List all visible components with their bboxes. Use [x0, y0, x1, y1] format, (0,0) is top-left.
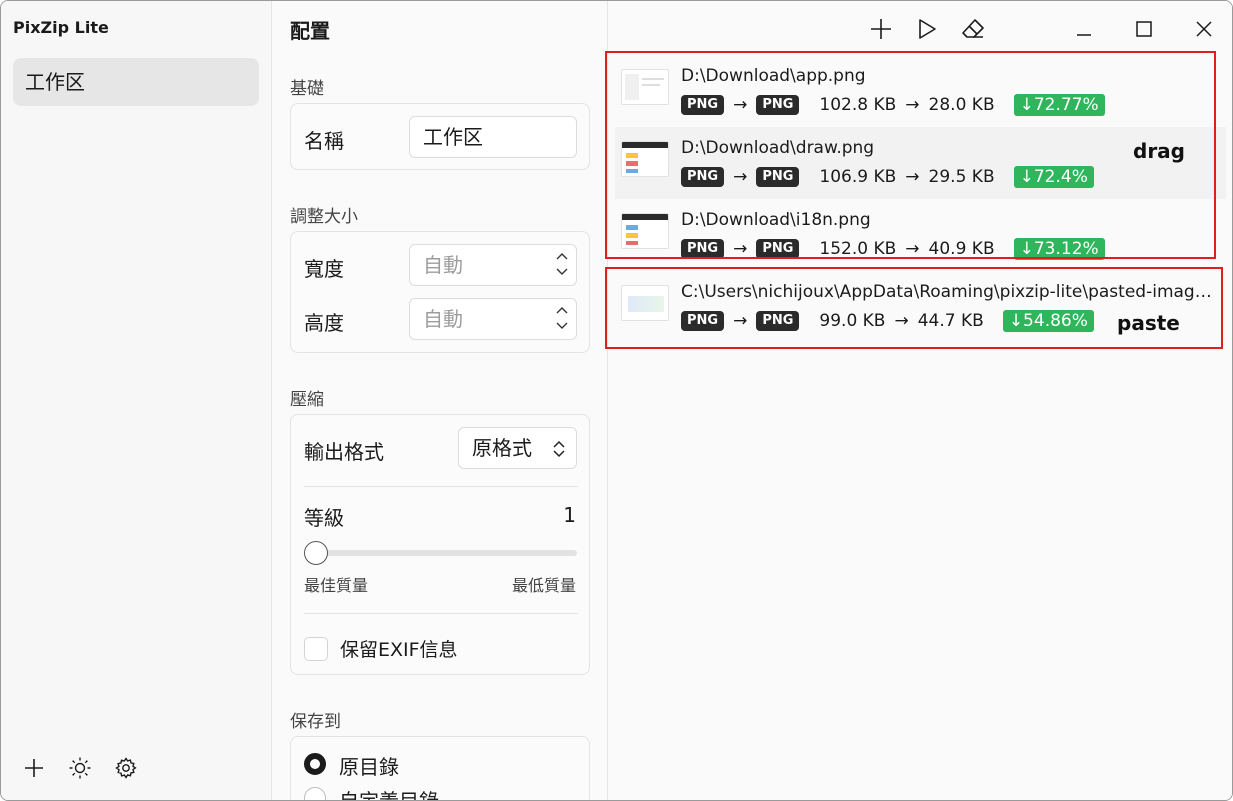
- chevron-down-icon: [556, 322, 568, 329]
- sidebar-item-workspace[interactable]: 工作区: [13, 58, 259, 106]
- resize-card: 寬度 自動 高度 自動: [290, 231, 590, 353]
- settings-button[interactable]: [113, 755, 139, 781]
- toolbar: [865, 15, 989, 43]
- format-value: 原格式: [472, 436, 532, 460]
- sun-icon: [69, 757, 91, 779]
- chevron-up-icon: [556, 253, 568, 260]
- add-icon: [871, 19, 891, 39]
- height-input[interactable]: 自動: [409, 298, 577, 340]
- divider: [304, 486, 578, 487]
- paste-annotation-box: [605, 267, 1223, 349]
- chevron-up-icon: [556, 307, 568, 314]
- start-button[interactable]: [911, 15, 943, 43]
- width-placeholder: 自動: [423, 253, 463, 277]
- config-panel: 配置 基礎 名稱 工作区 調整大小 寬度 自動 高度 自動 壓縮 輸出格式 原格…: [273, 1, 608, 801]
- format-label: 輸出格式: [304, 440, 384, 464]
- save-card: 原目錄 自定義目錄: [290, 736, 590, 801]
- sidebar: PixZip Lite 工作区: [1, 1, 272, 800]
- play-icon: [919, 19, 936, 39]
- maximize-button[interactable]: [1114, 11, 1174, 47]
- level-slider-thumb[interactable]: [304, 541, 328, 565]
- section-basic-label: 基礎: [290, 79, 324, 99]
- exif-checkbox[interactable]: [304, 637, 328, 661]
- drag-annotation-label: drag: [1133, 139, 1185, 163]
- gear-icon: [115, 757, 137, 779]
- maximize-icon: [1136, 21, 1152, 37]
- width-input[interactable]: 自動: [409, 244, 577, 286]
- clear-button[interactable]: [957, 15, 989, 43]
- format-select[interactable]: 原格式: [458, 427, 577, 469]
- add-files-button[interactable]: [865, 15, 897, 43]
- theme-toggle-button[interactable]: [67, 755, 93, 781]
- width-label: 寬度: [304, 257, 344, 281]
- level-value: 1: [563, 503, 576, 527]
- divider: [304, 613, 578, 614]
- drag-annotation-box: [605, 51, 1216, 259]
- save-original-label: 原目錄: [339, 755, 399, 779]
- app-title: PixZip Lite: [13, 18, 109, 37]
- chevron-down-icon: [556, 268, 568, 275]
- chevron-updown-icon: [553, 440, 565, 458]
- window-controls: [1054, 11, 1232, 47]
- paste-annotation-label: paste: [1117, 311, 1180, 335]
- minimize-icon: [1077, 34, 1091, 36]
- section-compress-label: 壓縮: [290, 390, 324, 410]
- height-stepper[interactable]: [556, 303, 568, 333]
- eraser-icon: [962, 19, 984, 38]
- app-window: PixZip Lite 工作区 配置 基礎 名稱 工作区 調整大小 寬度 自動 …: [0, 0, 1233, 801]
- section-resize-label: 調整大小: [290, 207, 358, 227]
- basic-card: 名稱 工作区: [290, 103, 590, 170]
- config-title: 配置: [290, 19, 330, 43]
- level-max-label: 最低質量: [511, 576, 576, 595]
- save-custom-radio[interactable]: [304, 787, 326, 800]
- height-label: 高度: [304, 311, 344, 335]
- level-min-label: 最佳質量: [304, 576, 369, 595]
- compress-card: 輸出格式 原格式 等級 1 最佳質量 最低質量 保留EXIF信息: [290, 414, 590, 675]
- name-input[interactable]: 工作区: [409, 116, 577, 158]
- width-stepper[interactable]: [556, 249, 568, 279]
- name-label: 名稱: [304, 129, 344, 153]
- section-save-label: 保存到: [290, 712, 341, 732]
- level-slider-track[interactable]: [315, 550, 577, 556]
- close-button[interactable]: [1174, 11, 1232, 47]
- file-list-panel: D:\Download\app.png PNG → PNG 102.8 KB →…: [605, 1, 1232, 800]
- height-placeholder: 自動: [423, 307, 463, 331]
- minimize-button[interactable]: [1054, 11, 1114, 47]
- add-icon: [25, 759, 43, 777]
- sidebar-footer: [21, 755, 139, 781]
- add-workspace-button[interactable]: [21, 755, 47, 781]
- exif-label: 保留EXIF信息: [340, 639, 458, 661]
- close-icon: [1196, 21, 1212, 37]
- save-custom-label: 自定義目錄: [339, 789, 439, 801]
- save-original-radio[interactable]: [304, 753, 326, 775]
- level-label: 等級: [304, 506, 344, 530]
